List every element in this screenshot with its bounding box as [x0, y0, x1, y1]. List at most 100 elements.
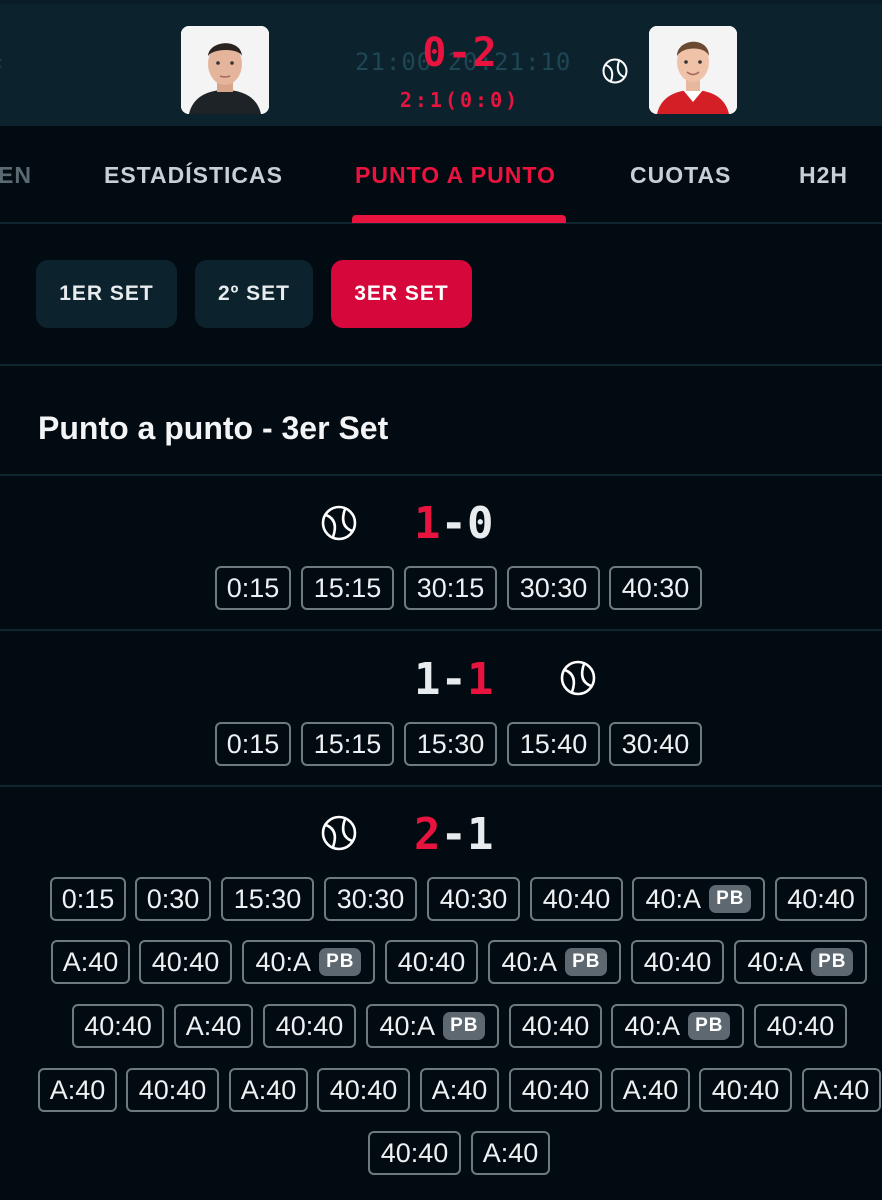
point-score-chip: 15:40	[507, 722, 600, 766]
point-score: 40:A	[624, 1010, 681, 1041]
point-score-chip: 40:40	[509, 1068, 602, 1112]
break-point-badge: PB	[443, 1012, 486, 1040]
point-score: 15:15	[313, 572, 382, 603]
point-score: 0:15	[226, 728, 280, 759]
player1-avatar[interactable]	[181, 26, 269, 114]
point-score-chip: 15:30	[221, 877, 314, 921]
break-point-badge: PB	[319, 948, 362, 976]
home-games: 2	[414, 809, 441, 860]
point-score: 40:30	[621, 572, 690, 603]
tennis-ball-icon	[321, 505, 357, 541]
point-score-chip: 40:30	[427, 877, 520, 921]
point-score: A:40	[622, 1074, 679, 1105]
point-score: 0:15	[226, 572, 280, 603]
point-score: 40:40	[766, 1010, 835, 1041]
point-score: 15:15	[313, 728, 382, 759]
score-separator: -	[440, 654, 468, 705]
point-score-chip: 0:15	[215, 566, 291, 610]
score-separator: -	[440, 498, 468, 549]
point-score-chip: 15:15	[301, 566, 394, 610]
tennis-ball-icon	[560, 660, 596, 696]
break-point-badge: PB	[709, 885, 752, 913]
away-games: 1	[467, 809, 494, 860]
point-score: 40:A	[255, 946, 312, 977]
point-score-chip: 40:40	[509, 1004, 602, 1048]
point-score-chip: 40:40	[263, 1004, 356, 1048]
score-separator: -	[440, 809, 468, 860]
point-score: 40:40	[787, 883, 855, 914]
point-score-chip: 40:A PB	[242, 940, 375, 984]
away-games: 1	[467, 654, 494, 705]
home-games: 1	[414, 498, 441, 549]
point-score: 40:40	[380, 1137, 449, 1168]
divider	[0, 364, 882, 366]
point-score-chip: 40:40	[126, 1068, 219, 1112]
set-2-button[interactable]: 2º SET	[195, 260, 313, 328]
player2-avatar[interactable]	[649, 26, 737, 114]
game-score: 1-0	[414, 498, 494, 549]
tab-h2h[interactable]: H2H	[799, 162, 848, 189]
point-score: 30:30	[336, 883, 405, 914]
point-score: 0:15	[61, 883, 115, 914]
point-score-chip: 40:A PB	[632, 877, 765, 921]
tab-punto-a-punto[interactable]: PUNTO A PUNTO	[355, 162, 556, 189]
point-score: 40:40	[542, 883, 611, 914]
point-score-chip: 40:A PB	[611, 1004, 744, 1048]
point-score: 40:A	[501, 946, 558, 977]
point-score: 40:30	[439, 883, 508, 914]
point-score-chip: A:40	[229, 1068, 308, 1112]
point-score-chip: 40:A PB	[366, 1004, 499, 1048]
point-score: 0:30	[146, 883, 200, 914]
point-score: A:40	[431, 1074, 488, 1105]
point-score-chip: A:40	[38, 1068, 117, 1112]
point-score: 40:40	[643, 946, 712, 977]
divider	[0, 474, 882, 476]
tab-resumen[interactable]: EN	[0, 162, 32, 189]
tab-estadisticas[interactable]: ESTADÍSTICAS	[104, 162, 283, 189]
break-point-badge: PB	[811, 948, 854, 976]
ghost-arrow: ‹	[0, 52, 3, 75]
point-score: A:40	[62, 946, 119, 977]
point-score: A:40	[185, 1010, 242, 1041]
point-score-chip: 40:40	[72, 1004, 164, 1048]
point-score-chip: 0:15	[50, 877, 126, 921]
tennis-ball-icon	[321, 815, 357, 851]
divider	[0, 629, 882, 631]
point-score: 15:40	[519, 728, 588, 759]
tab-bar: EN ESTADÍSTICAS PUNTO A PUNTO CUOTAS H2H	[0, 126, 882, 224]
match-score: 0-2	[422, 30, 498, 76]
point-score: 15:30	[416, 728, 485, 759]
point-score: 40:A	[645, 883, 702, 914]
point-score: A:40	[482, 1137, 539, 1168]
point-score-chip: 0:15	[215, 722, 291, 766]
point-score-chip: 40:40	[139, 940, 232, 984]
tennis-ball-icon	[602, 58, 628, 84]
point-score-chip: 40:40	[631, 940, 724, 984]
divider	[0, 785, 882, 787]
point-score-chip: A:40	[420, 1068, 499, 1112]
point-score-chip: 40:40	[530, 877, 623, 921]
point-score-chip: 30:30	[507, 566, 600, 610]
active-tab-indicator	[352, 215, 566, 223]
point-score: 15:30	[233, 883, 302, 914]
point-score-chip: A:40	[802, 1068, 881, 1112]
point-score: 40:40	[397, 946, 466, 977]
point-score-chip: 30:40	[609, 722, 702, 766]
break-point-badge: PB	[688, 1012, 731, 1040]
point-score-chip: 0:30	[135, 877, 211, 921]
set-1-button[interactable]: 1ER SET	[36, 260, 177, 328]
point-score: 40:40	[521, 1074, 590, 1105]
point-score-chip: 40:A PB	[488, 940, 621, 984]
point-score: A:40	[49, 1074, 106, 1105]
point-score-chip: A:40	[174, 1004, 253, 1048]
match-header: ‹ 21:00 20:21:10 0-2 2:1(0:0)	[0, 0, 882, 126]
game-score: 2-1	[414, 809, 494, 860]
point-score: 40:40	[521, 1010, 590, 1041]
break-point-badge: PB	[565, 948, 608, 976]
point-score-chip: A:40	[51, 940, 130, 984]
set-3-button[interactable]: 3ER SET	[331, 260, 472, 328]
away-games: 0	[467, 498, 494, 549]
point-score-chip: 40:40	[385, 940, 478, 984]
point-score: 30:30	[519, 572, 588, 603]
tab-cuotas[interactable]: CUOTAS	[630, 162, 731, 189]
